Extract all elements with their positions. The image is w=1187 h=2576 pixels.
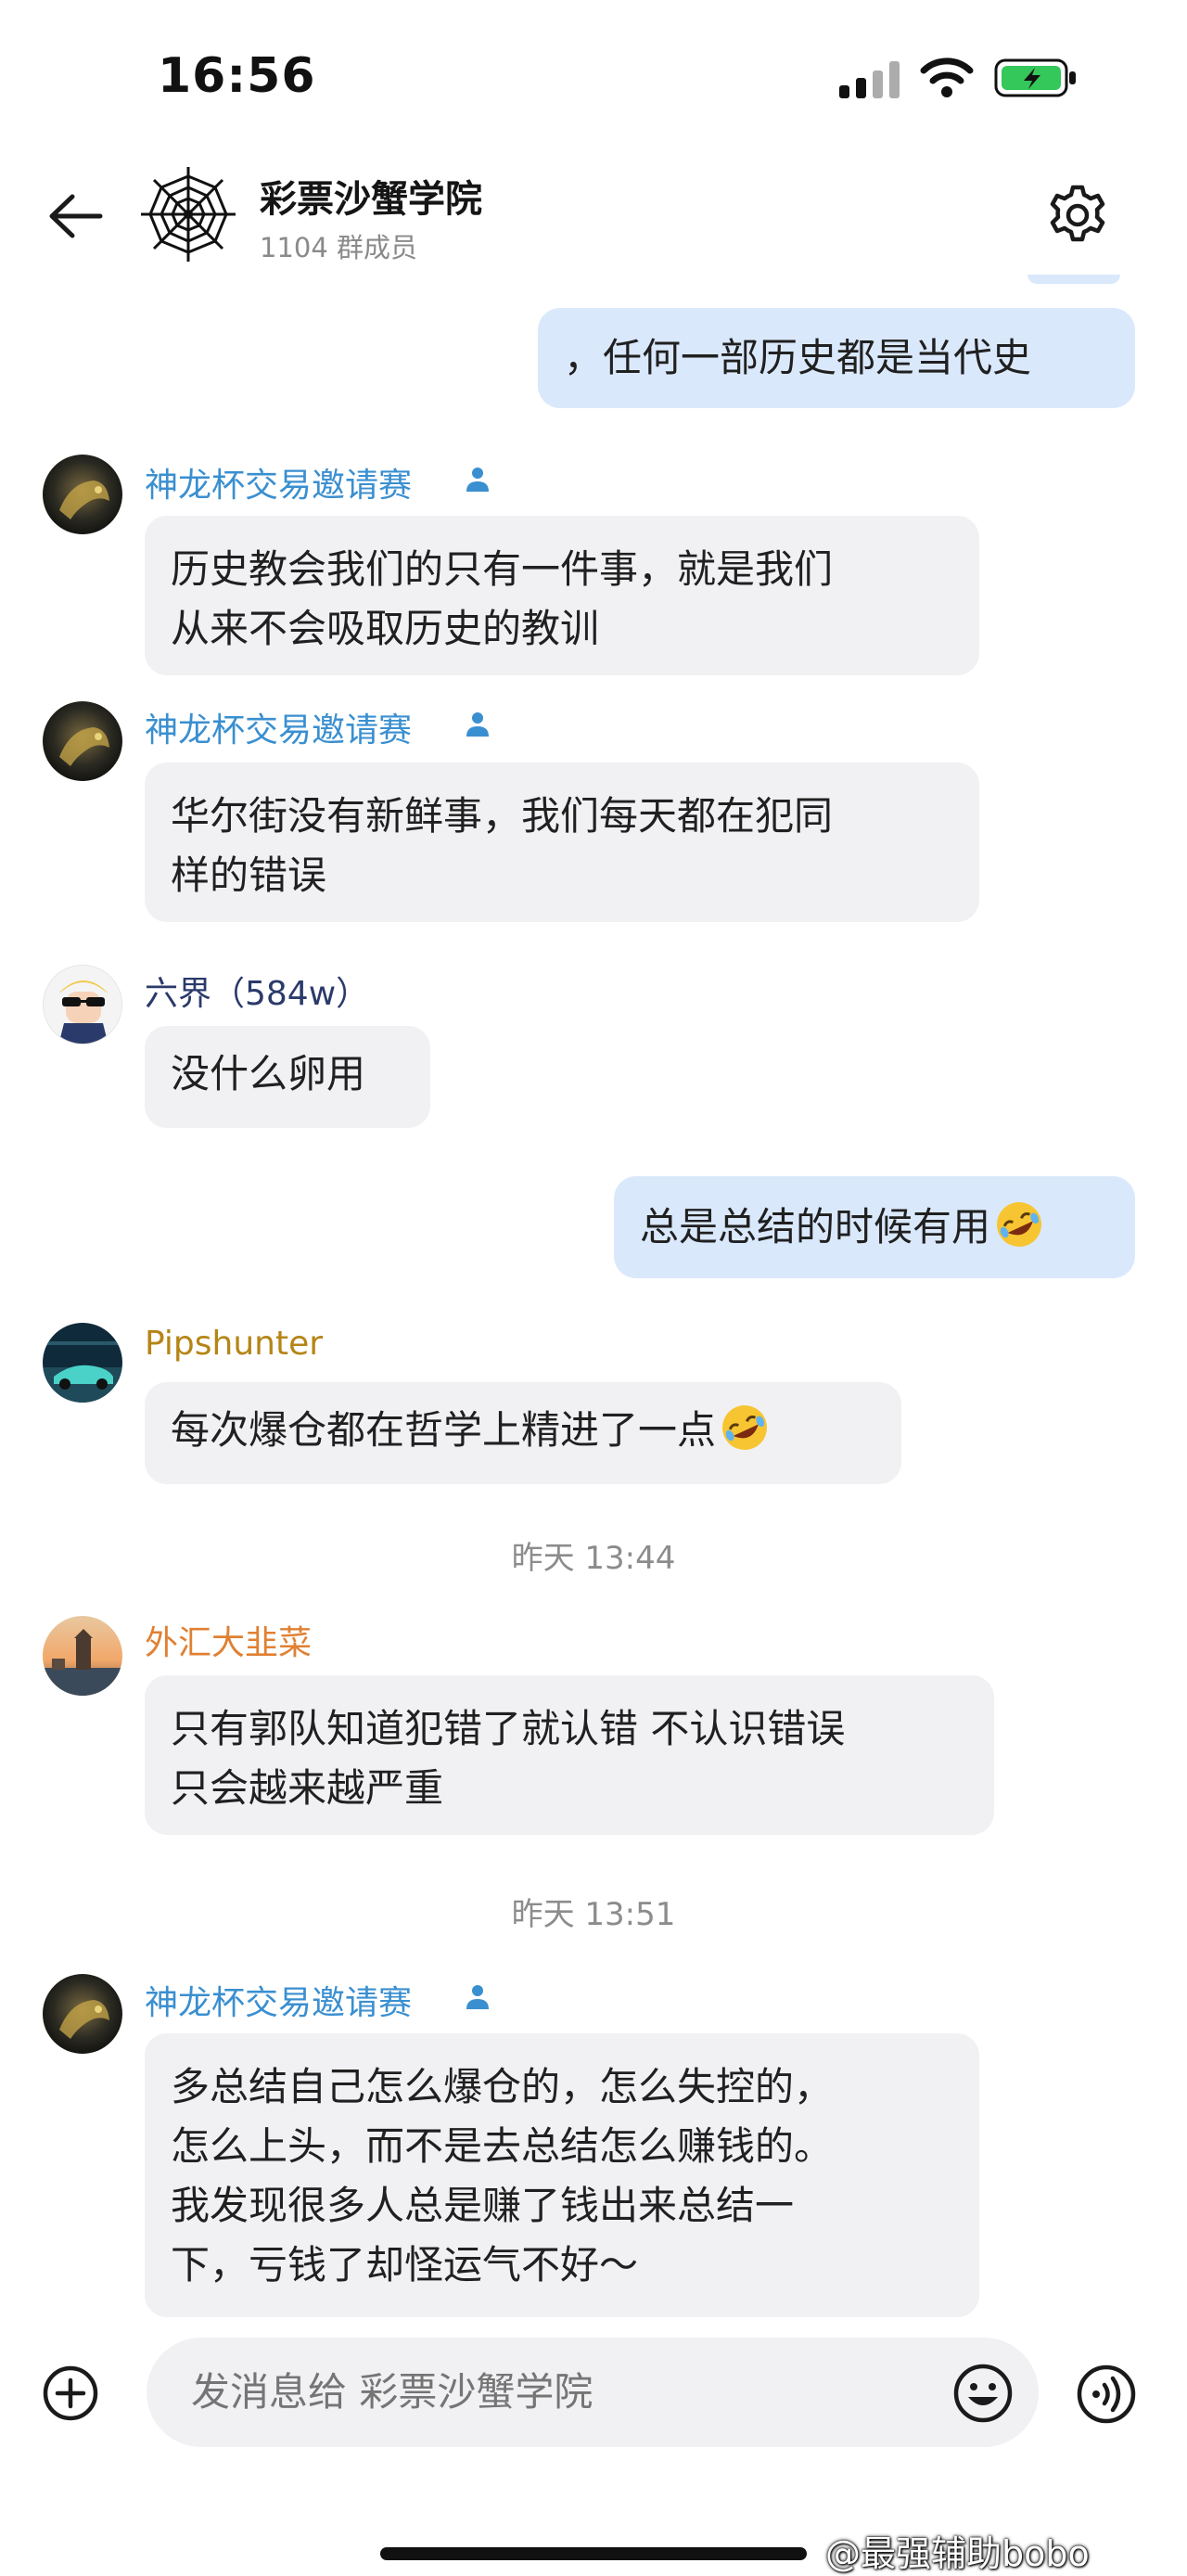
member-count: 1104 群成员 [260,232,418,263]
incoming-message[interactable]: 没什么卵用 [145,1026,430,1128]
admin-person-icon [466,1985,489,2009]
group-title[interactable]: 彩票沙蟹学院 [260,169,482,223]
message-line: 多总结自己怎么爆仓的，怎么失控的， [171,2064,834,2109]
timestamp: 昨天 13:44 [511,1540,676,1577]
incoming-message[interactable]: 历史教会我们的只有一件事，就是我们 从来不会吸取历史的教训 [145,516,979,675]
message-line: 我发现很多人总是赚了钱出来总结一 [171,2183,795,2228]
message-line: 怎么上头，而不是去总结怎么赚钱的。 [171,2123,834,2169]
watermark: @最强辅助bobo [825,2533,1090,2574]
timestamp: 昨天 13:51 [511,1896,676,1933]
incoming-message[interactable]: 多总结自己怎么爆仓的，怎么失控的， 怎么上头，而不是去总结怎么赚钱的。 我发现很… [145,2033,979,2317]
message-line: 样的错误 [171,852,327,898]
message-line: 每次爆仓都在哲学上精进了一点 [171,1407,717,1453]
plus-icon[interactable] [41,2364,100,2423]
home-indicator[interactable] [380,2547,807,2560]
message-line: 历史教会我们的只有一件事，就是我们 [171,546,834,592]
spider-web-icon[interactable] [137,163,239,265]
rofl-emoji [722,1405,768,1450]
message-text: 总是总结的时候有用 [640,1204,991,1250]
message-line: 从来不会吸取历史的教训 [171,606,600,651]
smile-icon[interactable] [951,2362,1015,2425]
back-arrow-icon[interactable] [45,186,106,247]
cellular-signal-icon [839,61,900,98]
admin-person-icon [466,468,489,492]
message-line: 只有郭队知道犯错了就认错 不认识错误 [171,1706,846,1751]
outgoing-message[interactable]: ，任何一部历史都是当代史 [538,308,1135,408]
voice-icon[interactable] [1076,2364,1137,2425]
outgoing-message[interactable]: 总是总结的时候有用 [614,1176,1135,1278]
sender-name[interactable]: 六界（584w） [145,967,369,1015]
message-line: 只会越来越严重 [171,1765,444,1811]
battery-icon [994,58,1076,97]
status-time: 16:56 [158,48,316,104]
avatar[interactable] [43,1616,122,1696]
previous-bubble-edge [1027,275,1120,284]
gear-icon[interactable] [1044,182,1111,249]
message-input[interactable] [147,2338,1039,2447]
message-line: 没什么卵用 [171,1051,366,1096]
avatar[interactable] [43,1974,122,2054]
sender-name[interactable]: 神龙杯交易邀请赛 [145,458,412,506]
avatar[interactable] [43,965,122,1044]
sender-name[interactable]: Pipshunter [145,1325,323,1363]
wifi-icon [920,58,974,97]
incoming-message[interactable]: 华尔街没有新鲜事，我们每天都在犯同 样的错误 [145,763,979,922]
message-line: 下，亏钱了却怪运气不好～ [171,2242,639,2288]
message-line: 华尔街没有新鲜事，我们每天都在犯同 [171,793,834,839]
avatar[interactable] [43,701,122,781]
avatar[interactable] [43,1323,122,1403]
message-text: ，任何一部历史都是当代史 [564,335,1032,380]
incoming-message[interactable]: 只有郭队知道犯错了就认错 不认识错误 只会越来越严重 [145,1675,994,1835]
rofl-emoji [997,1202,1042,1247]
admin-person-icon [466,712,489,737]
avatar[interactable] [43,455,122,534]
sender-name[interactable]: 神龙杯交易邀请赛 [145,1976,412,2024]
sender-name[interactable]: 外汇大韭菜 [145,1616,312,1664]
sender-name[interactable]: 神龙杯交易邀请赛 [145,703,412,751]
incoming-message[interactable]: 每次爆仓都在哲学上精进了一点 [145,1382,901,1484]
